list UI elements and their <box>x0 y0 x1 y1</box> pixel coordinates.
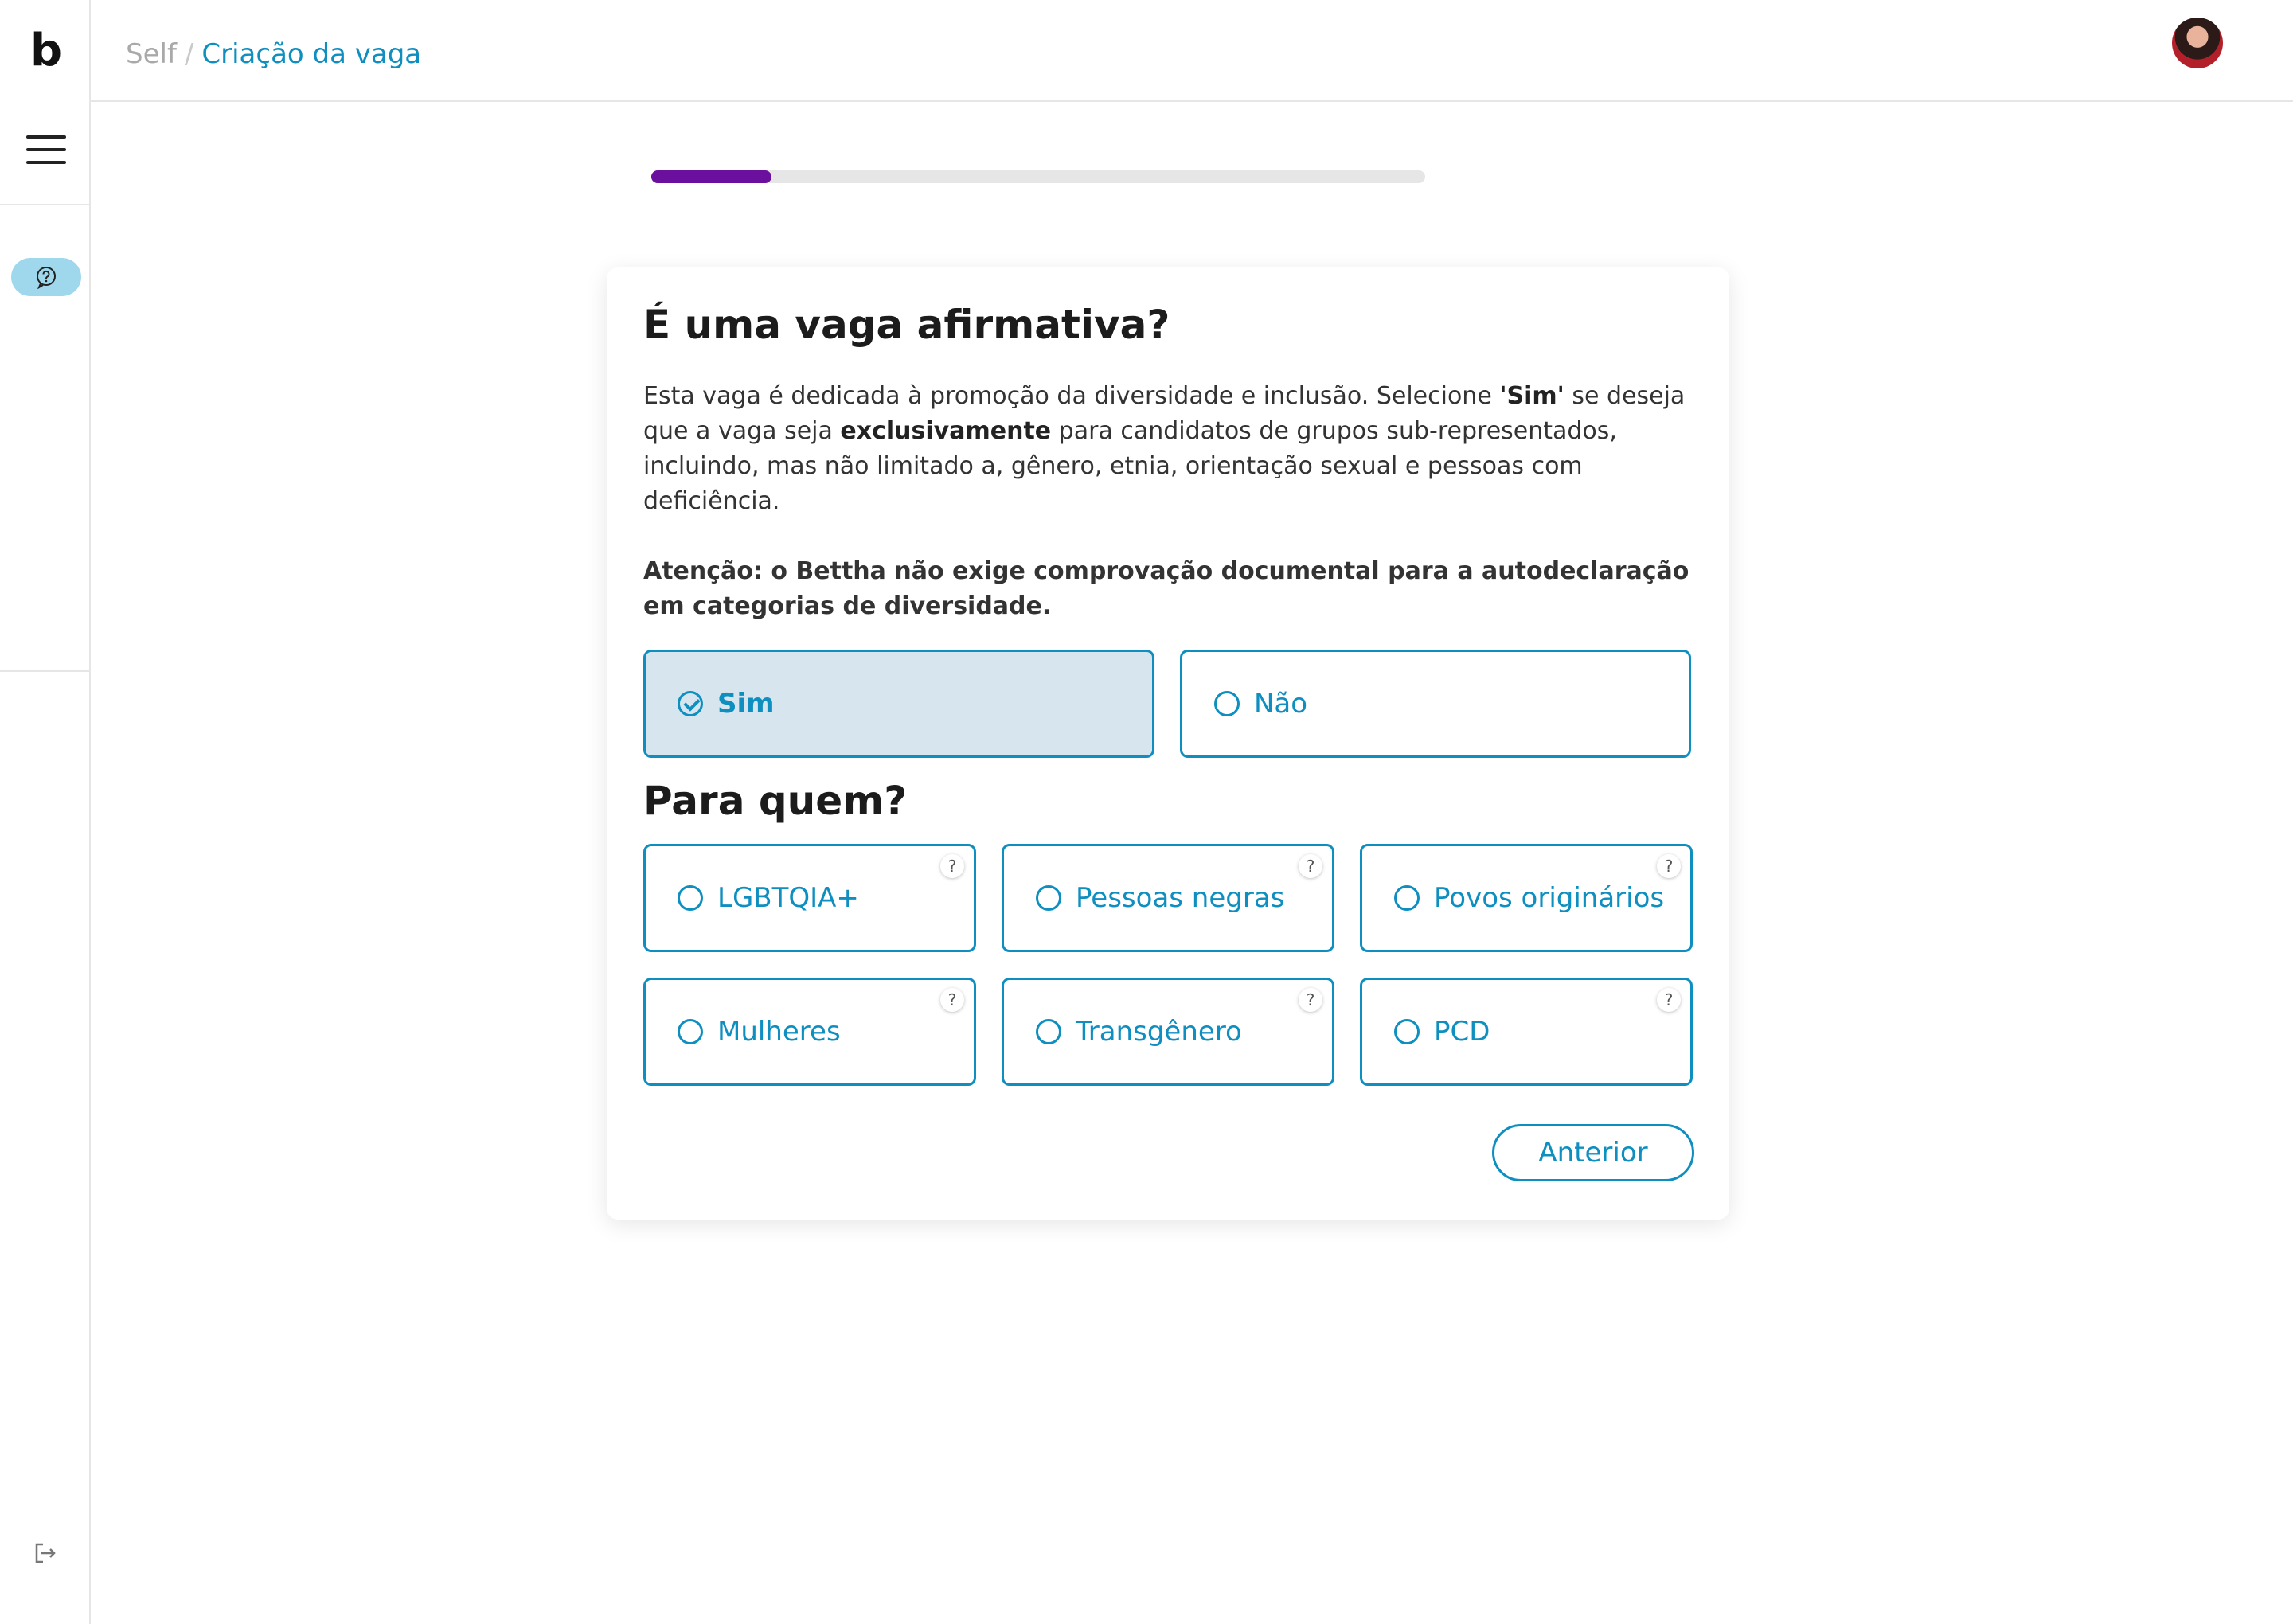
card-description: Esta vaga é dedicada à promoção da diver… <box>643 382 1686 515</box>
logout-button[interactable] <box>32 1540 59 1567</box>
help-question-icon[interactable]: ? <box>1299 988 1322 1012</box>
help-question-icon[interactable]: ? <box>1657 854 1681 878</box>
help-icon <box>37 267 56 289</box>
category-label: Mulheres <box>717 1016 841 1048</box>
sidebar-divider <box>0 204 89 205</box>
help-button[interactable] <box>11 258 81 296</box>
previous-button[interactable]: Anterior <box>1492 1124 1694 1181</box>
logout-icon <box>35 1543 56 1563</box>
help-question-icon[interactable]: ? <box>1657 988 1681 1012</box>
category-label: LGBTQIA+ <box>717 882 859 914</box>
category-label: PCD <box>1434 1016 1490 1048</box>
radio-icon <box>1214 691 1240 716</box>
radio-checked-icon <box>678 691 703 716</box>
top-header: Self / Criação da vaga <box>91 0 2293 102</box>
help-question-icon[interactable]: ? <box>940 988 964 1012</box>
radio-icon <box>1036 1019 1061 1044</box>
warning-text: Atenção: o Bettha não exige comprovação … <box>643 557 1689 620</box>
breadcrumb-separator: / <box>184 38 194 70</box>
app-logo[interactable]: b <box>30 27 62 75</box>
question-card: É uma vaga afirmativa? Esta vaga é dedic… <box>607 267 1729 1220</box>
category-mulheres[interactable]: Mulheres ? <box>643 978 976 1086</box>
category-pessoas-negras[interactable]: Pessoas negras ? <box>1002 844 1334 952</box>
category-povos-originarios[interactable]: Povos originários ? <box>1360 844 1693 952</box>
category-label: Transgênero <box>1076 1016 1242 1048</box>
radio-icon <box>1394 1019 1420 1044</box>
progress-fill <box>651 170 771 183</box>
radio-icon <box>678 1019 703 1044</box>
category-lgbtqia[interactable]: LGBTQIA+ ? <box>643 844 976 952</box>
for-whom-title: Para quem? <box>643 778 908 824</box>
sidebar: b <box>0 0 91 1624</box>
breadcrumb-current: Criação da vaga <box>201 38 422 70</box>
radio-icon <box>678 885 703 911</box>
sidebar-divider <box>0 670 89 672</box>
option-yes[interactable]: Sim <box>643 650 1154 758</box>
category-label: Povos originários <box>1434 882 1665 914</box>
option-no-label: Não <box>1254 688 1308 720</box>
category-label: Pessoas negras <box>1076 882 1285 914</box>
card-title: É uma vaga afirmativa? <box>643 302 1170 348</box>
help-question-icon[interactable]: ? <box>1299 854 1322 878</box>
breadcrumb-root[interactable]: Self <box>126 38 177 70</box>
breadcrumb: Self / Criação da vaga <box>126 35 421 73</box>
help-question-icon[interactable]: ? <box>940 854 964 878</box>
option-no[interactable]: Não <box>1180 650 1691 758</box>
avatar[interactable] <box>2172 18 2223 68</box>
option-yes-label: Sim <box>717 688 775 720</box>
category-pcd[interactable]: PCD ? <box>1360 978 1693 1086</box>
hamburger-menu-icon[interactable] <box>26 135 66 164</box>
progress-bar <box>651 170 1425 183</box>
radio-icon <box>1036 885 1061 911</box>
category-transgenero[interactable]: Transgênero ? <box>1002 978 1334 1086</box>
radio-icon <box>1394 885 1420 911</box>
